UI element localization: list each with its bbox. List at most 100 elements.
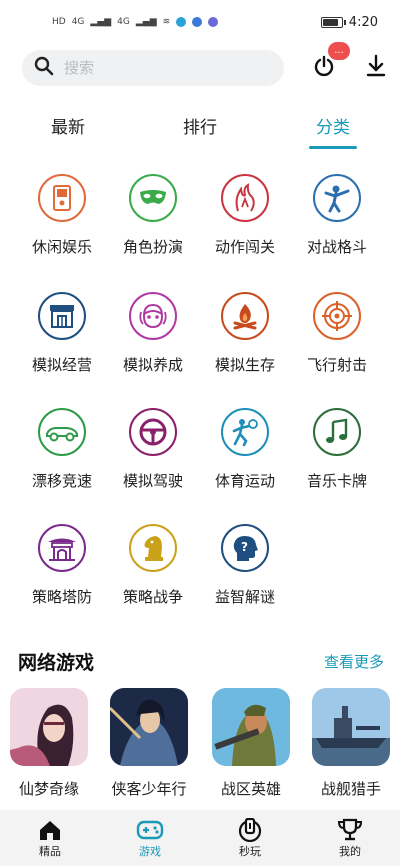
category-label: 模拟经营 [31,356,92,374]
category-puzzle[interactable]: ? 益智解谜 [199,524,291,624]
category-tower-defense[interactable]: 策略塔防 [16,524,108,624]
category-fighting[interactable]: 对战格斗 [291,174,383,274]
tab-category[interactable]: 分类 [293,108,373,148]
online-games-header: 网络游戏 查看更多 [18,646,384,676]
home-icon [38,817,62,843]
search-input[interactable] [64,59,254,77]
nav-label: 我的 [339,845,361,858]
category-action[interactable]: 动作闯关 [199,174,291,274]
chess-knight-icon [129,524,177,572]
category-casual[interactable]: 休闲娱乐 [16,174,108,274]
category-label: 角色扮演 [122,238,183,256]
gamepad-icon [136,817,164,843]
trophy-icon [337,817,363,843]
game-card[interactable]: 战舰猎手 [310,688,392,799]
status-bar: HD 4G ▂▄▆ 4G ▂▄▆ ≋ 4:20 [0,0,400,44]
category-label: 对战格斗 [306,238,367,256]
bottom-nav: 精品 游戏 秒玩 我的 [0,810,400,866]
category-nurture-sim[interactable]: 模拟养成 [107,292,199,392]
nav-mine[interactable]: 我的 [300,810,400,866]
search-icon [34,56,54,80]
status-right: 4:20 [320,14,378,30]
nav-featured[interactable]: 精品 [0,810,100,866]
tab-ranking[interactable]: 排行 [160,108,240,148]
category-label: 漂移竞速 [31,472,92,490]
battery-icon [320,16,346,28]
nav-label: 秒玩 [239,845,261,858]
category-label: 模拟驾驶 [122,472,183,490]
puzzle-head-icon: ? [221,524,269,572]
flame-figure-icon [221,174,269,222]
nav-instant-play[interactable]: 秒玩 [200,810,300,866]
search-box[interactable] [22,50,284,86]
instant-play-icon [237,817,263,843]
category-label: 益智解谜 [214,588,275,606]
category-label: 休闲娱乐 [31,238,92,256]
category-label: 动作闯关 [214,238,275,256]
game-thumbnail[interactable] [212,688,290,766]
notification-badge: ... [328,42,350,60]
tab-bar: 最新 排行 分类 [0,108,400,152]
game-thumbnail[interactable] [110,688,188,766]
category-label: 模拟生存 [214,356,275,374]
online-games-list: 仙梦奇缘 侠客少年行 战区英雄 战舰猎手 [0,688,400,806]
signal-icon: ▂▄▆ [90,17,112,27]
category-driving-sim[interactable]: 模拟驾驶 [107,408,199,508]
game-name: 战舰猎手 [320,780,381,798]
tab-indicator [309,146,357,149]
category-sports[interactable]: 体育运动 [199,408,291,508]
category-label: 体育运动 [214,472,275,490]
sim-label-1: HD [52,17,66,27]
music-note-icon [313,408,361,456]
steering-wheel-icon [129,408,177,456]
category-rpg[interactable]: 角色扮演 [107,174,199,274]
anime-girl-icon [129,292,177,340]
status-left: HD 4G ▂▄▆ 4G ▂▄▆ ≋ [52,17,219,27]
temple-icon [38,524,86,572]
app-notify-icon-3 [208,17,219,27]
download-button[interactable] [360,50,392,86]
game-card[interactable]: 战区英雄 [210,688,292,799]
handheld-console-icon [38,174,86,222]
tab-latest[interactable]: 最新 [28,108,108,148]
mask-icon [129,174,177,222]
game-card[interactable]: 侠客少年行 [108,688,190,799]
race-car-icon [38,408,86,456]
sim-label-2: 4G [71,17,85,27]
category-music-card[interactable]: 音乐卡牌 [291,408,383,508]
game-name: 战区英雄 [220,780,281,798]
category-label: 策略塔防 [31,588,92,606]
category-label: 音乐卡牌 [306,472,367,490]
nav-label: 精品 [39,845,61,858]
signal-icon-2: ▂▄▆ [135,17,157,27]
sim-label-3: 4G [117,17,130,27]
nav-label: 游戏 [139,845,161,858]
category-war-strategy[interactable]: 策略战争 [107,524,199,624]
category-survival-sim[interactable]: 模拟生存 [199,292,291,392]
category-label: 飞行射击 [306,356,367,374]
clock: 4:20 [348,14,378,30]
category-business-sim[interactable]: 模拟经营 [16,292,108,392]
crosshair-target-icon [313,292,361,340]
app-notify-icon-2 [192,17,203,27]
kick-fighter-icon [313,174,361,222]
category-label: 模拟养成 [122,356,183,374]
campfire-icon [221,292,269,340]
view-more-link[interactable]: 查看更多 [324,651,384,672]
search-row: ... [22,42,392,86]
game-thumbnail[interactable] [312,688,390,766]
tennis-player-icon [221,408,269,456]
category-label: 策略战争 [122,588,183,606]
download-icon [365,54,387,82]
wifi-icon: ≋ [162,17,171,27]
storefront-icon [38,292,86,340]
game-card[interactable]: 仙梦奇缘 [8,688,90,799]
game-name: 仙梦奇缘 [18,780,79,798]
nav-games[interactable]: 游戏 [100,810,200,866]
game-name: 侠客少年行 [111,780,187,798]
category-shooter[interactable]: 飞行射击 [291,292,383,392]
app-notify-icon [176,17,187,27]
svg-text:?: ? [241,540,248,554]
game-thumbnail[interactable] [10,688,88,766]
category-racing[interactable]: 漂移竞速 [16,408,108,508]
